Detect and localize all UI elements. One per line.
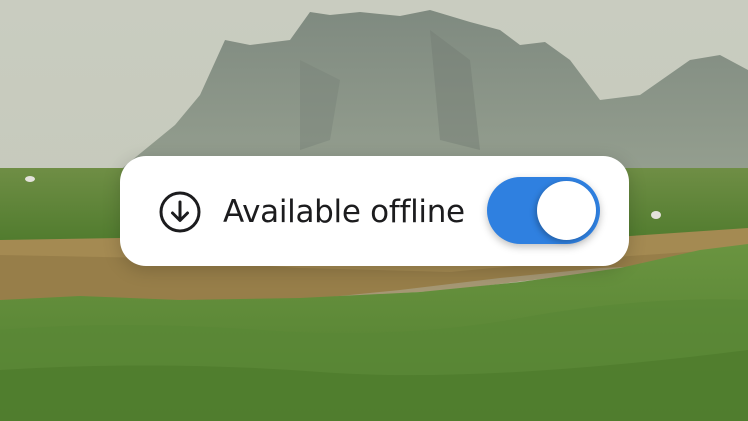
toggle-knob xyxy=(537,181,596,240)
available-offline-toggle[interactable] xyxy=(487,177,600,244)
available-offline-label: Available offline xyxy=(223,194,465,230)
available-offline-card: Available offline xyxy=(120,156,629,266)
download-circle-icon xyxy=(158,190,202,234)
